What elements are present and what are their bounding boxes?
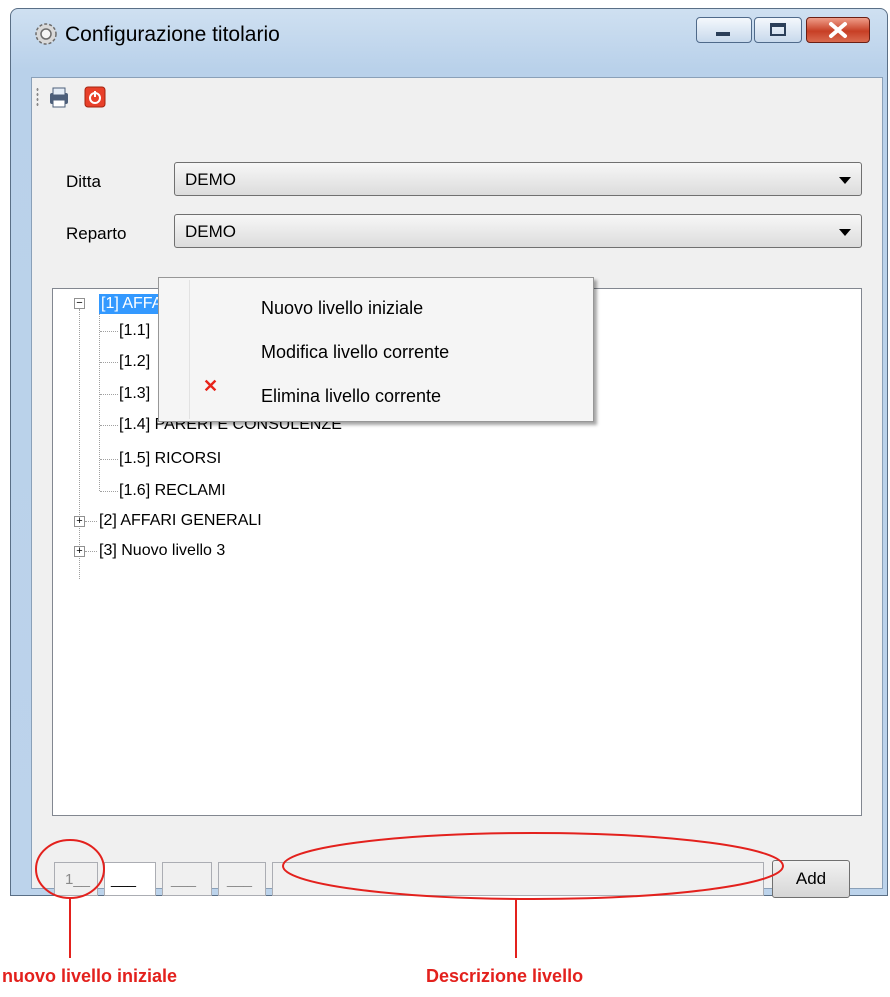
description-field[interactable]	[272, 862, 764, 896]
tree-connector	[99, 309, 100, 491]
window-title: Configurazione titolario	[65, 23, 280, 46]
delete-icon: ✕	[203, 376, 219, 396]
menu-item-new-level[interactable]: Nuovo livello iniziale	[261, 298, 423, 319]
ditta-select[interactable]: DEMO	[174, 162, 862, 196]
tree-connector	[100, 459, 118, 460]
level1-value: 1__	[65, 871, 91, 888]
title-bar[interactable]: Configurazione titolario	[11, 9, 887, 49]
tree-connector	[85, 551, 97, 552]
main-window: Configurazione titolario Ditta DEMO Repa…	[10, 8, 888, 898]
tree-node-1-2[interactable]: [1.2]	[119, 352, 150, 372]
exit-button[interactable]	[82, 84, 108, 110]
level1-field[interactable]: 1__	[54, 862, 98, 896]
client-area: Ditta DEMO Reparto DEMO − [1] AFFA [1.1]	[31, 77, 883, 898]
close-icon	[829, 22, 847, 38]
tree-connector	[100, 362, 118, 363]
level2-value: ___	[111, 871, 137, 888]
level2-field[interactable]: ___	[104, 862, 156, 896]
maximize-icon	[770, 23, 786, 36]
menu-item-delete-level[interactable]: Elimina livello corrente	[261, 386, 441, 407]
tree-connector	[100, 331, 118, 332]
tree-node-3[interactable]: [3] Nuovo livello 3	[99, 541, 225, 561]
annotation-description-label: Descrizione livello	[426, 966, 584, 986]
print-icon	[50, 87, 68, 108]
chevron-down-icon	[839, 229, 851, 236]
annotation-level-label: nuovo livello iniziale	[2, 966, 178, 986]
menu-gutter	[189, 280, 190, 419]
ditta-value: DEMO	[185, 170, 236, 189]
expand-icon[interactable]: +	[74, 516, 85, 527]
tree-node-1-6[interactable]: [1.6] RECLAMI	[119, 481, 226, 501]
collapse-icon[interactable]: −	[74, 298, 85, 309]
tree-connector	[79, 309, 80, 579]
level3-field[interactable]: ___	[162, 862, 212, 896]
toolbar	[32, 78, 882, 116]
print-button[interactable]	[46, 84, 72, 110]
minimize-button[interactable]	[696, 17, 752, 43]
expand-icon[interactable]: +	[74, 546, 85, 557]
tree-node-1-1[interactable]: [1.1]	[119, 321, 150, 341]
level4-field[interactable]: ___	[218, 862, 266, 896]
context-menu: Nuovo livello iniziale Modifica livello …	[158, 277, 594, 422]
menu-item-edit-level[interactable]: Modifica livello corrente	[261, 342, 449, 363]
power-icon	[84, 86, 106, 108]
reparto-value: DEMO	[185, 222, 236, 241]
level4-value: ___	[227, 871, 253, 888]
ditta-label: Ditta	[66, 172, 101, 191]
level3-value: ___	[171, 871, 197, 888]
maximize-button[interactable]	[754, 17, 802, 43]
tree-connector	[85, 521, 97, 522]
reparto-label: Reparto	[66, 224, 127, 243]
add-button[interactable]: Add	[772, 860, 850, 898]
tree-node-1-3[interactable]: [1.3]	[119, 384, 150, 404]
reparto-select[interactable]: DEMO	[174, 214, 862, 248]
tree-connector	[100, 425, 118, 426]
tree-node-1-5[interactable]: [1.5] RICORSI	[119, 449, 221, 469]
add-label: Add	[795, 869, 827, 888]
minimize-icon	[716, 32, 730, 36]
tree-node-2[interactable]: [2] AFFARI GENERALI	[99, 511, 262, 531]
close-button[interactable]	[806, 17, 870, 43]
tree-connector	[100, 491, 118, 492]
gear-icon	[35, 23, 57, 45]
chevron-down-icon	[839, 177, 851, 184]
tree-connector	[100, 394, 118, 395]
toolbar-grip[interactable]	[36, 87, 39, 107]
